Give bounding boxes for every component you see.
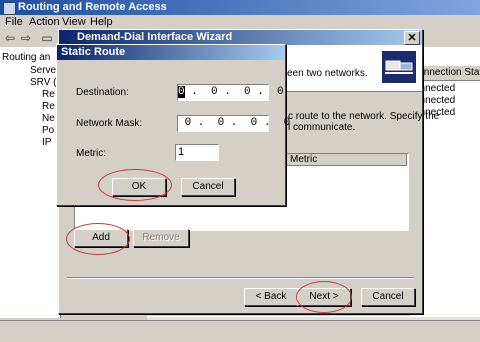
ok-highlight-ellipse [98,169,172,201]
forward-arrow-icon[interactable]: ⇨ [19,32,33,45]
menu-action[interactable]: Action [29,15,60,30]
menu-help[interactable]: Help [90,15,113,30]
destination-first-octet: 0 [178,86,185,98]
remove-button[interactable]: Remove [133,229,189,247]
network-mask-field[interactable]: 0 . 0 . 0 . 0 [177,115,290,132]
back-arrow-icon[interactable]: ⇦ [3,32,17,45]
metric-field[interactable]: 1 [175,144,219,161]
destination-rest: . 0 . 0 . 0 [184,86,284,98]
tree-item-re1[interactable]: Re [42,89,55,100]
tree-pane: Routing an Server SRV (lo Re Re Ne Po IP [0,48,64,318]
network-cable-icon [382,51,416,83]
dialog-title-bar: Static Route [57,45,285,60]
dialog-title: Static Route [61,46,126,58]
menu-file[interactable]: File [5,15,23,30]
tree-item-ne[interactable]: Ne [42,113,55,124]
add-highlight-ellipse [66,223,130,255]
close-icon[interactable]: ✕ [404,31,420,45]
next-highlight-ellipse [296,281,352,313]
menu-view[interactable]: View [62,15,86,30]
menu-bar: File Action View Help [0,15,480,30]
tree-item-re2[interactable]: Re [42,101,55,112]
metric-label: Metric: [76,148,106,159]
wizard-instruction-line2: l communicate. [288,122,356,133]
separator [67,277,414,279]
app-icon [3,2,16,15]
network-mask-label: Network Mask: [76,118,143,129]
wizard-header-text: een two networks. [287,68,368,79]
wizard-title-bar: Demand-Dial Interface Wizard ✕ [59,30,422,45]
back-button[interactable]: < Back [244,288,298,306]
destination-field[interactable]: 0 . 0 . 0 . 0 [177,84,284,101]
tree-item-routing[interactable]: Routing an [2,52,50,63]
destination-label: Destination: [76,87,129,98]
main-title: Routing and Remote Access [18,1,167,13]
wizard-cancel-button[interactable]: Cancel [361,288,415,306]
status-bar [0,320,480,342]
list-column-metric[interactable]: Metric [286,154,407,166]
up-folder-icon[interactable]: ▭ [40,32,54,45]
wizard-title: Demand-Dial Interface Wizard [77,31,233,43]
wizard-instruction-line1: c route to the network. Specify the [288,111,440,122]
dialog-cancel-button[interactable]: Cancel [181,178,235,196]
main-title-bar: Routing and Remote Access [0,0,480,15]
tree-item-ip[interactable]: IP [42,137,51,148]
tree-item-po[interactable]: Po [42,125,54,136]
remove-button-label: Remove [142,232,180,243]
